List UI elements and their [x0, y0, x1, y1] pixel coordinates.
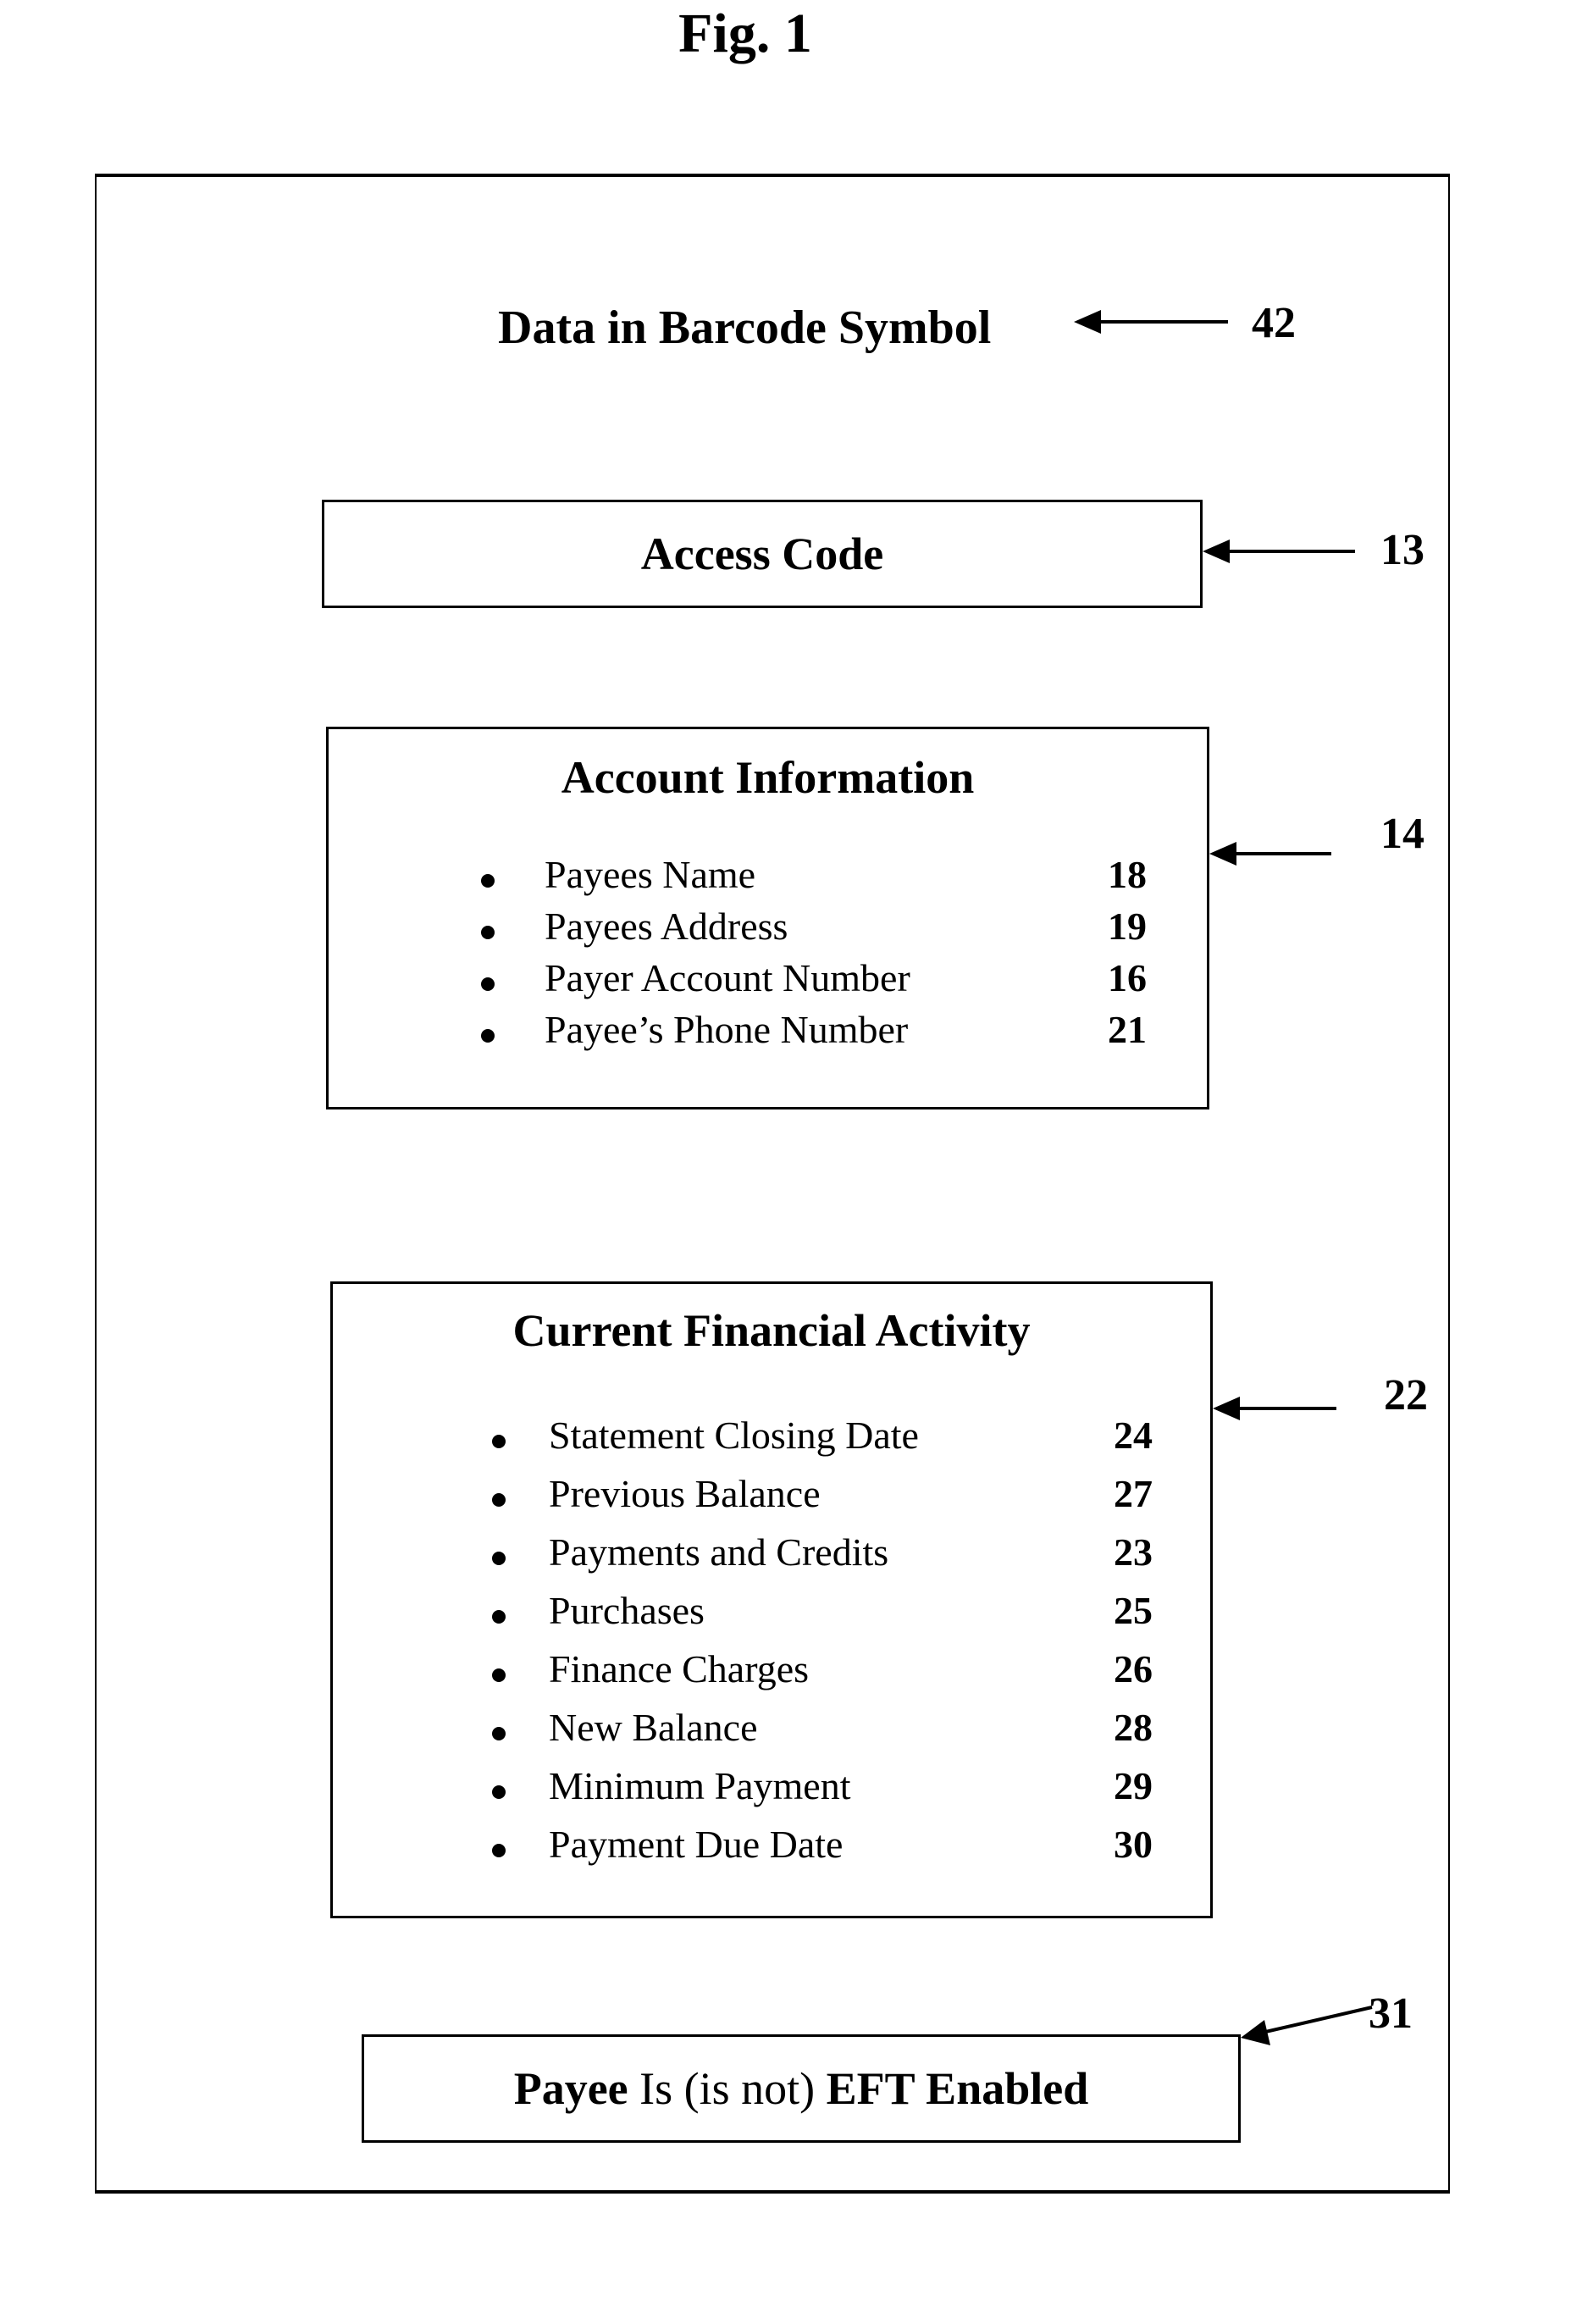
leader-arrows [1074, 310, 1373, 2045]
arrow-22-icon [1213, 1397, 1336, 1420]
arrow-31-icon [1241, 2006, 1373, 2045]
arrow-42-icon [1074, 310, 1228, 334]
arrow-13-icon [1203, 540, 1355, 563]
arrow-14-icon [1209, 842, 1331, 866]
